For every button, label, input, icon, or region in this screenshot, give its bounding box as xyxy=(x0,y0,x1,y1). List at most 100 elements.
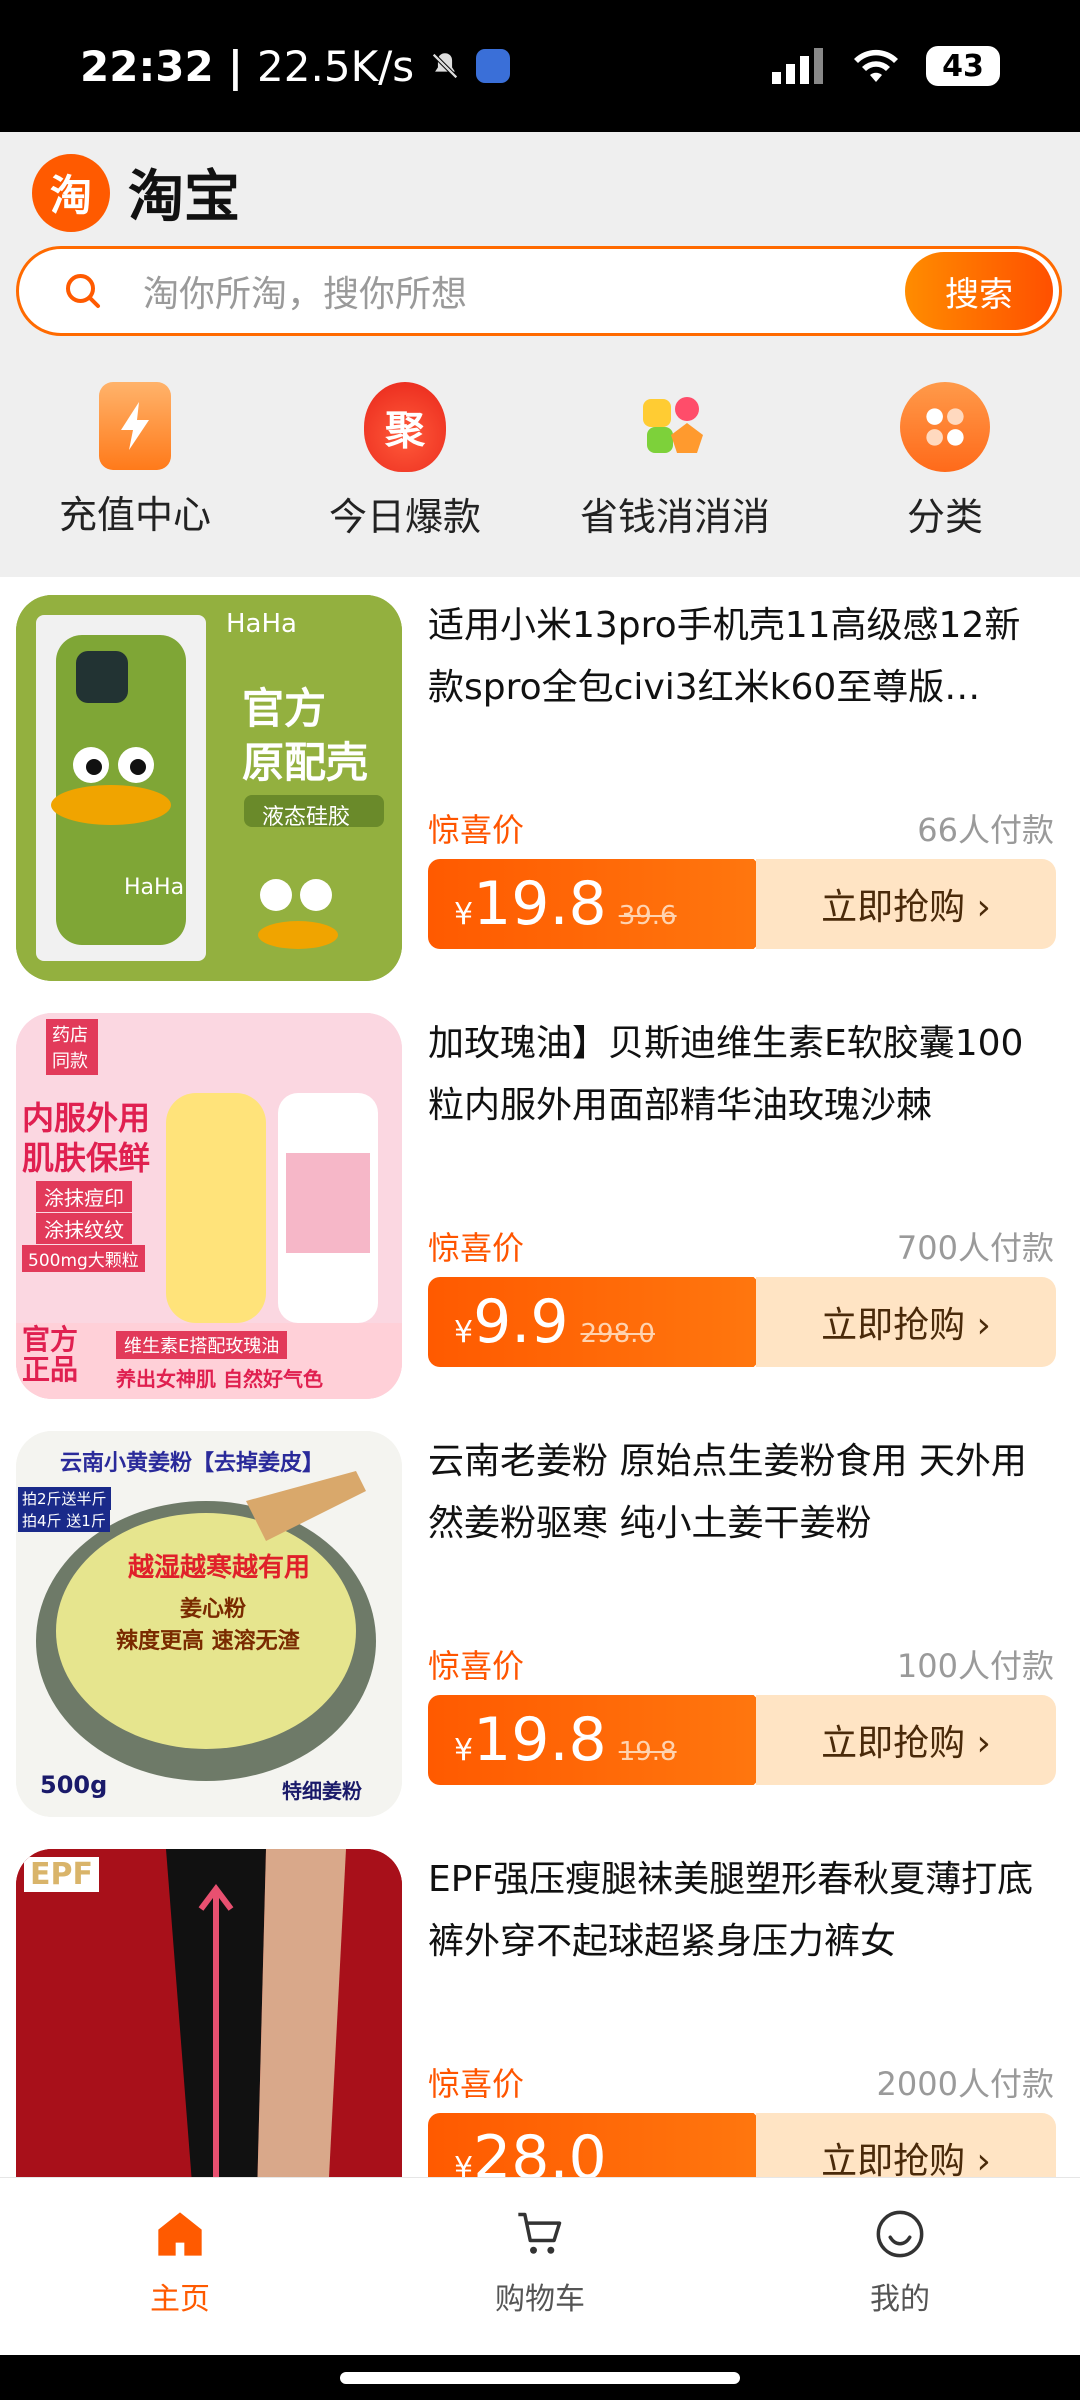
taobao-logo-icon: 淘 xyxy=(32,153,110,232)
sold-count: 700人付款 xyxy=(896,1229,1054,1267)
product-card[interactable]: 药店同款 内服外用 肌肤保鲜 涂抹痘印 涂抹纹纹 500mg大颗粒 官方正品 维… xyxy=(0,995,1080,1413)
original-price: 19.8 xyxy=(618,1737,677,1767)
signal-icon xyxy=(772,48,823,84)
image-text: 液态硅胶 xyxy=(262,805,351,830)
sold-count: 100人付款 xyxy=(896,1647,1054,1685)
home-indicator[interactable] xyxy=(340,2372,740,2384)
cart-icon xyxy=(518,2212,562,2254)
search-icon xyxy=(66,274,100,308)
battery-icon: 43 xyxy=(926,46,1000,86)
bottom-nav: 主页 购物车 我的 xyxy=(0,2177,1080,2356)
image-text: 500mg大颗粒 xyxy=(22,1245,145,1272)
price-block: ¥ 28.0 xyxy=(428,2113,798,2177)
buy-now-button[interactable]: 立即抢购 › xyxy=(756,2113,1056,2177)
nav-cart[interactable]: 购物车 xyxy=(360,2178,720,2356)
product-card[interactable]: EPF EPF强压瘦腿袜美腿塑形春秋夏薄打底裤外穿不起球超紧身压力裤女 惊喜价 … xyxy=(0,1831,1080,2177)
image-text: 官方正品 xyxy=(22,1323,79,1386)
product-list[interactable]: HaHa 官方 原配壳 液态硅胶 HaHa 适用小米13pro手机壳11高级感1… xyxy=(0,577,1080,2177)
image-text: 涂抹痘印 xyxy=(36,1181,132,1212)
header: 淘 淘宝 淘你所淘，搜你所想 搜索 充值中心 聚 今日爆款 省钱消消消 分类 xyxy=(0,132,1080,577)
image-text: 涂抹纹纹 xyxy=(36,1213,132,1244)
quick-entry-label: 今日爆款 xyxy=(328,495,481,539)
smiley-face-icon xyxy=(876,2210,924,2258)
image-text: EPF xyxy=(24,1857,99,1892)
app-icon xyxy=(476,49,511,83)
currency-symbol: ¥ xyxy=(454,2151,474,2177)
image-text: 维生素E搭配玫瑰油 xyxy=(116,1331,288,1359)
image-text: 养出女神肌 自然好气色 xyxy=(116,1367,323,1391)
buy-now-button[interactable]: 立即抢购 › xyxy=(756,859,1056,949)
price-tag-label: 惊喜价 xyxy=(428,1647,525,1685)
hot-flame-text: 聚 xyxy=(385,408,425,454)
price-bar: ¥ 9.9 298.0 立即抢购 › xyxy=(428,1277,1056,1367)
status-divider: | xyxy=(227,41,244,91)
price-tag-label: 惊喜价 xyxy=(428,2065,525,2103)
buy-now-button[interactable]: 立即抢购 › xyxy=(756,1695,1056,1785)
image-text: 肌肤保鲜 xyxy=(22,1139,151,1177)
search-bar[interactable]: 淘你所淘，搜你所想 搜索 xyxy=(16,246,1062,336)
price: 28.0 xyxy=(473,2123,607,2177)
product-image[interactable]: 药店同款 内服外用 肌肤保鲜 涂抹痘印 涂抹纹纹 500mg大颗粒 官方正品 维… xyxy=(16,1013,402,1399)
image-text: 越湿越寒越有用 xyxy=(128,1553,311,1583)
image-text: 辣度更高 速溶无渣 xyxy=(116,1629,300,1654)
buy-now-button[interactable]: 立即抢购 › xyxy=(756,1277,1056,1367)
image-text: 云南小黄姜粉【去掉姜皮】 xyxy=(60,1451,325,1476)
currency-symbol: ¥ xyxy=(454,1733,474,1768)
product-card[interactable]: 云南小黄姜粉【去掉姜皮】 拍2斤送半斤 拍4斤 送1斤 越湿越寒越有用 姜心粉 … xyxy=(0,1413,1080,1831)
image-text: 药店同款 xyxy=(46,1019,98,1075)
image-text: 官方 xyxy=(242,684,327,733)
quick-entry-recharge[interactable]: 充值中心 xyxy=(0,382,270,541)
original-price: 39.6 xyxy=(618,901,677,931)
price-tag-label: 惊喜价 xyxy=(428,811,525,849)
image-text: 原配壳 xyxy=(242,738,369,787)
nav-label: 我的 xyxy=(870,2282,930,2317)
search-button[interactable]: 搜索 xyxy=(905,252,1053,330)
wifi-icon xyxy=(854,49,898,82)
product-title[interactable]: 加玫瑰油】贝斯迪维生素E软胶囊100粒内服外用面部精华油玫瑰沙棘 xyxy=(428,1013,1054,1137)
status-bar: 22:32 | 22.5K/s 43 xyxy=(0,0,1080,132)
quick-entry-label: 省钱消消消 xyxy=(579,495,770,539)
hot-flame-icon: 聚 xyxy=(364,382,446,472)
nav-home[interactable]: 主页 xyxy=(0,2178,360,2356)
image-text: HaHa xyxy=(124,875,185,900)
lightning-card-icon xyxy=(99,382,171,470)
price-block: ¥ 9.9 298.0 xyxy=(428,1277,798,1367)
price: 9.9 xyxy=(473,1287,569,1357)
price: 19.8 xyxy=(473,1705,607,1775)
nav-label: 主页 xyxy=(150,2282,210,2317)
product-image[interactable]: 云南小黄姜粉【去掉姜皮】 拍2斤送半斤 拍4斤 送1斤 越湿越寒越有用 姜心粉 … xyxy=(16,1431,402,1817)
quick-entry-label: 充值中心 xyxy=(58,493,211,537)
image-text: 拍4斤 送1斤 xyxy=(18,1509,110,1532)
app-logo-row: 淘 淘宝 xyxy=(32,152,240,233)
sold-count: 66人付款 xyxy=(917,811,1054,849)
image-text: 500g xyxy=(40,1771,108,1799)
product-title[interactable]: 适用小米13pro手机壳11高级感12新款spro全包civi3红米k60至尊版… xyxy=(428,595,1054,719)
image-text: 姜心粉 xyxy=(180,1597,247,1622)
product-image[interactable]: EPF xyxy=(16,1849,402,2177)
quick-entry-hot[interactable]: 聚 今日爆款 xyxy=(270,382,540,541)
home-icon xyxy=(158,2212,202,2256)
image-text: 特细姜粉 xyxy=(282,1779,362,1803)
network-speed: 22.5K/s xyxy=(257,41,415,91)
currency-symbol: ¥ xyxy=(454,1315,474,1350)
price-block: ¥ 19.8 39.6 xyxy=(428,859,798,949)
product-image[interactable]: HaHa 官方 原配壳 液态硅胶 HaHa xyxy=(16,595,402,981)
status-time: 22:32 xyxy=(80,41,214,91)
product-card[interactable]: HaHa 官方 原配壳 液态硅胶 HaHa 适用小米13pro手机壳11高级感1… xyxy=(0,577,1080,995)
search-input[interactable]: 淘你所淘，搜你所想 xyxy=(143,265,905,317)
product-title[interactable]: 云南老姜粉 原始点生姜粉食用 天外用然姜粉驱寒 纯小土姜干姜粉 xyxy=(428,1431,1054,1555)
quick-entry-category[interactable]: 分类 xyxy=(810,382,1080,541)
image-text: 拍2斤送半斤 xyxy=(18,1487,111,1510)
currency-symbol: ¥ xyxy=(454,897,474,932)
category-grid-icon xyxy=(900,382,990,472)
nav-label: 购物车 xyxy=(495,2282,585,2317)
app-name: 淘宝 xyxy=(128,165,240,230)
nav-profile[interactable]: 我的 xyxy=(720,2178,1080,2356)
price: 19.8 xyxy=(473,869,607,939)
game-blocks-icon xyxy=(630,382,720,472)
quick-entry-game[interactable]: 省钱消消消 xyxy=(540,382,810,541)
price-bar: ¥ 19.8 19.8 立即抢购 › xyxy=(428,1695,1056,1785)
product-title[interactable]: EPF强压瘦腿袜美腿塑形春秋夏薄打底裤外穿不起球超紧身压力裤女 xyxy=(428,1849,1054,1973)
image-text: HaHa xyxy=(226,609,297,639)
price-bar: ¥ 19.8 39.6 立即抢购 › xyxy=(428,859,1056,949)
